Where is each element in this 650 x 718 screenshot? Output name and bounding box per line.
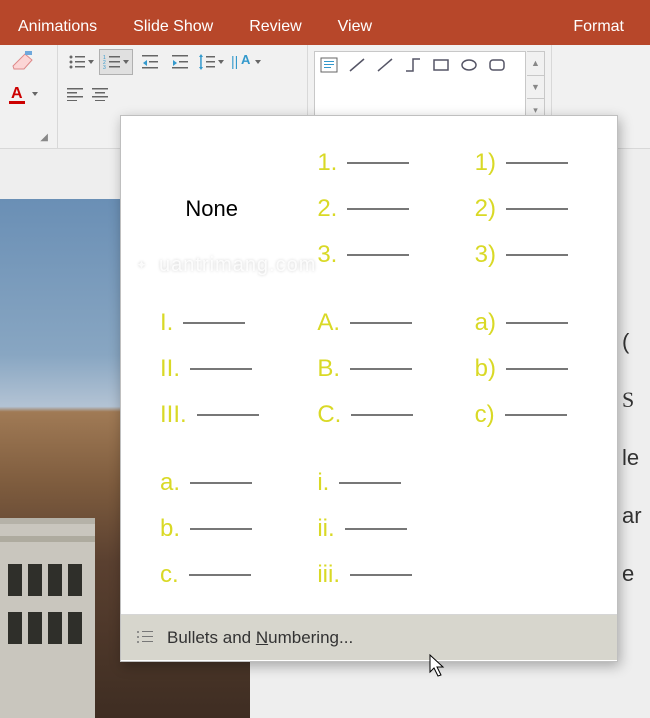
text-direction-icon: ||A <box>231 52 253 72</box>
shape-textbox-icon[interactable] <box>318 55 340 75</box>
bullets-and-numbering-button[interactable]: Bullets and Numbering... <box>121 614 617 660</box>
line-spacing-button[interactable] <box>194 49 228 75</box>
shape-connector-icon[interactable] <box>402 55 424 75</box>
clear-formatting-button[interactable] <box>6 49 40 75</box>
shape-oval-icon[interactable] <box>458 55 480 75</box>
svg-text:A: A <box>11 85 23 102</box>
shapes-gallery[interactable] <box>314 51 526 123</box>
increase-indent-button[interactable] <box>169 49 193 75</box>
font-color-icon: A <box>8 83 30 105</box>
numbering-button[interactable]: 123 <box>99 49 133 75</box>
bullets-icon <box>68 54 86 70</box>
numbering-option-lower-alpha-period[interactable]: a. b. c. <box>137 452 286 606</box>
ribbon-tabs: Animations Slide Show Review View Format <box>0 9 650 45</box>
bullets-button[interactable] <box>64 49 98 75</box>
shape-line-icon[interactable] <box>346 55 368 75</box>
chevron-up-icon[interactable]: ▲ <box>527 52 544 76</box>
watermark: ✦ uantrimang.com <box>129 252 316 278</box>
font-dialog-launcher[interactable]: ◢ <box>37 130 51 145</box>
shape-rect-icon[interactable] <box>430 55 452 75</box>
svg-text:||: || <box>231 53 238 69</box>
svg-text:3: 3 <box>103 65 106 70</box>
decrease-indent-button[interactable] <box>134 49 168 75</box>
building-graphic <box>0 518 95 718</box>
shape-roundrect-icon[interactable] <box>486 55 508 75</box>
align-center-button[interactable] <box>89 81 113 107</box>
numbering-dropdown: None 1. 2. 3. 1) 2) 3) I. II. III. A. B.… <box>120 115 618 662</box>
numbering-option-arabic-paren[interactable]: 1) 2) 3) <box>452 132 601 286</box>
bullets-numbering-icon <box>135 629 155 647</box>
numbering-option-upper-roman[interactable]: I. II. III. <box>137 292 286 446</box>
align-center-icon <box>92 87 110 101</box>
decrease-indent-icon <box>142 54 160 70</box>
slide-text-fragment: ( S le ar e <box>622 329 650 587</box>
font-color-button[interactable]: A <box>6 81 40 107</box>
tab-view[interactable]: View <box>320 9 390 45</box>
numbering-option-lower-alpha-paren[interactable]: a) b) c) <box>452 292 601 446</box>
text-direction-button[interactable]: ||A <box>229 49 263 75</box>
shapes-scroll[interactable]: ▲ ▼ ▾ <box>527 51 545 123</box>
chevron-down-icon[interactable]: ▼ <box>527 76 544 100</box>
shape-line2-icon[interactable] <box>374 55 396 75</box>
svg-text:A: A <box>241 52 251 67</box>
numbering-option-lower-roman[interactable]: i. ii. iii. <box>294 452 443 606</box>
tab-review[interactable]: Review <box>231 9 319 45</box>
line-spacing-icon <box>198 53 216 71</box>
watermark-icon: ✦ <box>129 252 155 278</box>
numbering-option-upper-alpha[interactable]: A. B. C. <box>294 292 443 446</box>
numbering-option-arabic-period[interactable]: 1. 2. 3. <box>294 132 443 286</box>
numbering-empty-cell <box>452 452 601 606</box>
tab-format[interactable]: Format <box>555 9 642 45</box>
increase-indent-icon <box>172 54 190 70</box>
align-left-icon <box>67 87 85 101</box>
bullets-and-numbering-label: Bullets and Numbering... <box>167 628 353 648</box>
eraser-icon <box>10 51 36 73</box>
tab-slide-show[interactable]: Slide Show <box>115 9 231 45</box>
tab-animations[interactable]: Animations <box>0 9 115 45</box>
align-left-button[interactable] <box>64 81 88 107</box>
numbering-icon: 123 <box>103 54 121 70</box>
